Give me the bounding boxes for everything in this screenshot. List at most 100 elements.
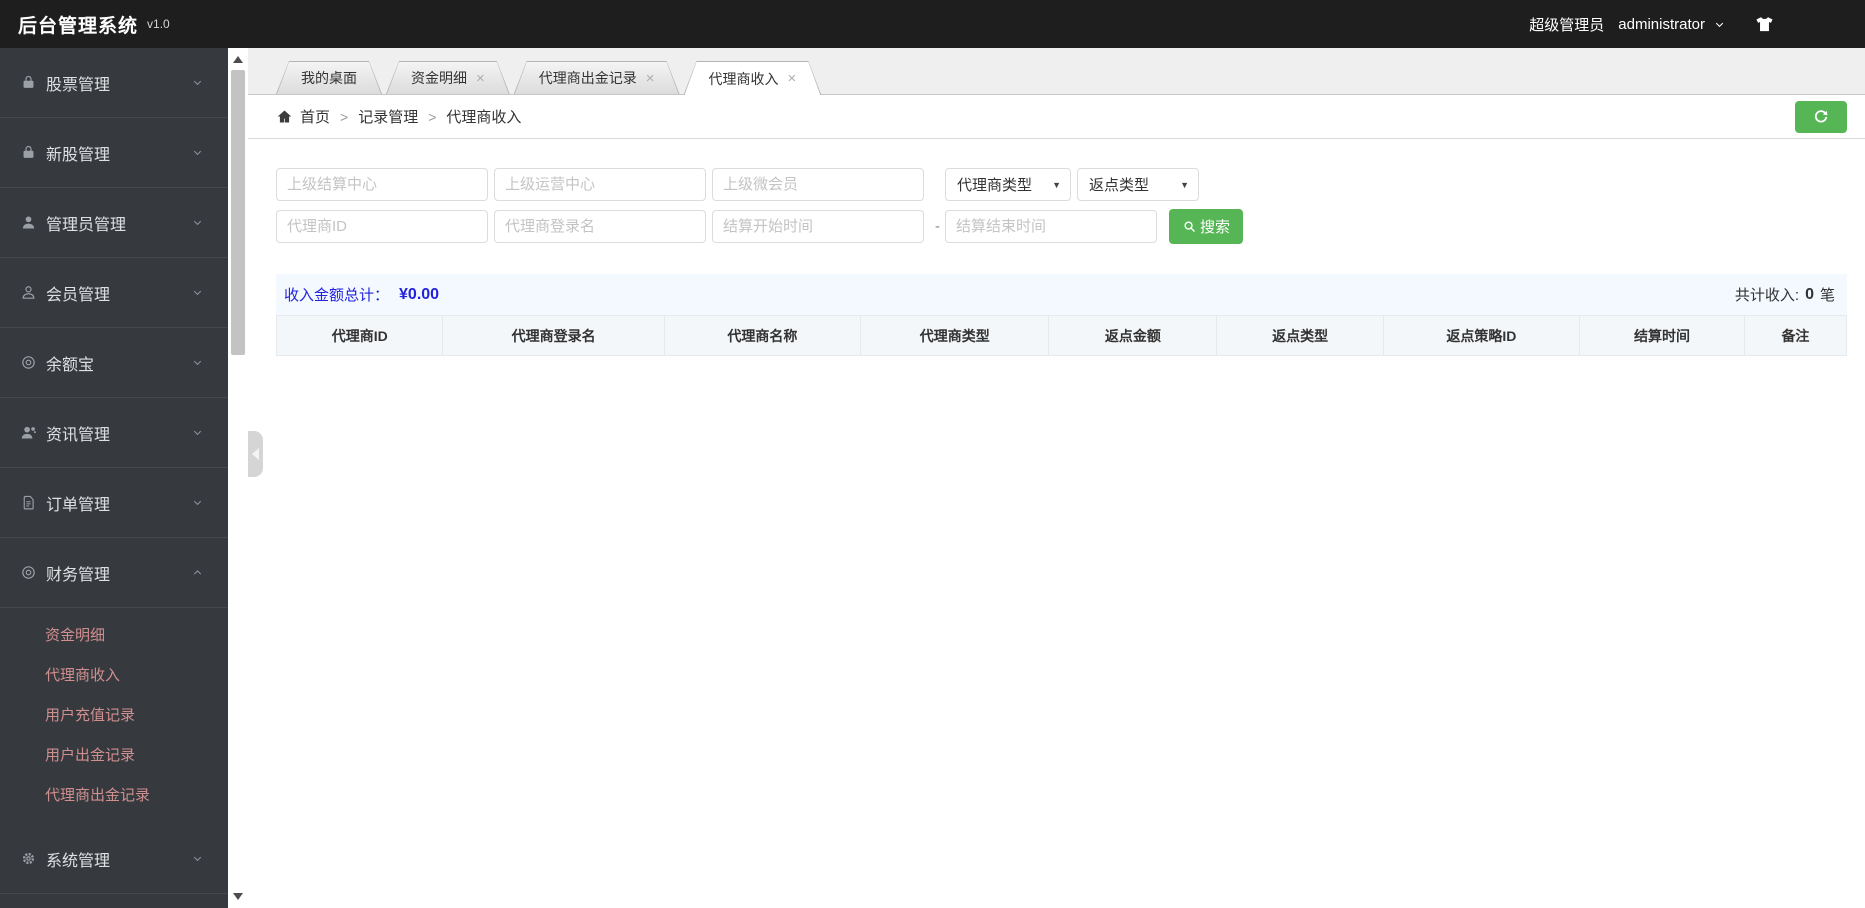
refresh-icon [1812, 108, 1830, 126]
chevron-down-icon [191, 286, 204, 299]
sidebar-subitem-agent-withdraw[interactable]: 代理商出金记录 [0, 774, 228, 814]
content-area: 我的桌面 资金明细 × 代理商出金记录 × 代理商收入 × 首页 > 记录管理 … [248, 48, 1865, 908]
sidebar-item-admin-mgmt[interactable]: 管理员管理 [0, 188, 228, 258]
user-icon [20, 214, 37, 231]
income-count-label: 共计收入: [1734, 287, 1800, 304]
sidebar-item-label: 股票管理 [46, 76, 111, 94]
filter-row-1: 代理商类型 ▼ 返点类型 ▼ [276, 168, 1847, 201]
chevron-down-icon [191, 852, 204, 865]
col-rebate-policy-id: 返点策略ID [1382, 315, 1581, 356]
table-header-row: 代理商ID 代理商登录名 代理商名称 代理商类型 返点金额 返点类型 返点策略I… [275, 315, 1848, 356]
parent-operation-center-input[interactable] [494, 168, 706, 201]
refresh-button[interactable] [1795, 100, 1847, 133]
sidebar-item-news-mgmt[interactable]: 资讯管理 [0, 398, 228, 468]
col-agent-login: 代理商登录名 [442, 315, 665, 356]
tab-label: 资金明细 [411, 70, 467, 86]
settle-start-time-input[interactable] [712, 210, 924, 243]
col-agent-name: 代理商名称 [663, 315, 862, 356]
scroll-up-arrow-icon[interactable] [233, 56, 243, 63]
sidebar-item-order-mgmt[interactable]: 订单管理 [0, 468, 228, 538]
filter-row-2: - 搜索 [276, 209, 1847, 244]
finance-submenu: 资金明细 代理商收入 用户充值记录 用户出金记录 代理商出金记录 [0, 608, 228, 824]
select-arrow-icon: ▼ [1052, 179, 1061, 190]
subitem-label: 用户出金记录 [45, 746, 136, 764]
agent-type-select[interactable]: 代理商类型 ▼ [945, 168, 1071, 201]
sidebar-item-label: 余额宝 [46, 356, 95, 374]
tab-agent-withdraw-records[interactable]: 代理商出金记录 × [514, 61, 680, 94]
app-version: v1.0 [147, 17, 170, 31]
select-value: 代理商类型 [957, 177, 1033, 194]
subitem-label: 代理商收入 [45, 666, 121, 684]
agent-login-input[interactable] [494, 210, 706, 243]
subitem-label: 用户充值记录 [45, 706, 136, 724]
app-title: 后台管理系统 [18, 15, 139, 37]
sidebar-item-label: 资讯管理 [46, 426, 111, 444]
sidebar-item-member-mgmt[interactable]: 会员管理 [0, 258, 228, 328]
tab-fund-details[interactable]: 资金明细 × [386, 61, 510, 94]
sidebar-item-label: 会员管理 [46, 286, 111, 304]
briefcase-icon [20, 74, 37, 91]
close-icon[interactable]: × [788, 71, 797, 86]
chevron-down-icon [191, 216, 204, 229]
close-icon[interactable]: × [476, 71, 485, 86]
income-total-value: ¥0.00 [399, 285, 440, 303]
chevron-down-icon [191, 76, 204, 89]
sidebar-item-label: 系统管理 [46, 852, 111, 870]
chevron-down-icon[interactable] [1713, 18, 1726, 31]
breadcrumb-current: 代理商收入 [446, 109, 522, 126]
document-icon [20, 494, 37, 511]
sidebar-subitem-user-recharge[interactable]: 用户充值记录 [0, 694, 228, 734]
tab-label: 代理商收入 [708, 70, 779, 87]
scrollbar-thumb[interactable] [231, 70, 245, 355]
col-agent-type: 代理商类型 [860, 315, 1050, 356]
sidebar-item-label: 新股管理 [46, 146, 111, 164]
income-count: 共计收入: 0 笔 [1735, 284, 1835, 305]
username[interactable]: administrator [1618, 16, 1705, 33]
agent-id-input[interactable] [276, 210, 488, 243]
gear-icon [20, 850, 37, 867]
sidebar: 股票管理 新股管理 管理员管理 会员管理 余额宝 资讯管理 订单管理 财务管理 … [0, 48, 228, 908]
summary-bar: 收入金额总计： ¥0.00 共计收入: 0 笔 [276, 274, 1847, 315]
search-button[interactable]: 搜索 [1169, 209, 1244, 244]
col-agent-id: 代理商ID [275, 315, 444, 356]
col-remark: 备注 [1743, 315, 1848, 356]
chevron-down-icon [191, 146, 204, 159]
select-value: 返点类型 [1089, 177, 1150, 194]
sidebar-scrollbar[interactable] [228, 48, 248, 908]
parent-micro-member-input[interactable] [712, 168, 924, 201]
parent-settlement-center-input[interactable] [276, 168, 488, 201]
sidebar-item-newstock-mgmt[interactable]: 新股管理 [0, 118, 228, 188]
tab-agent-income[interactable]: 代理商收入 × [684, 61, 822, 95]
settle-end-time-input[interactable] [945, 210, 1157, 243]
sidebar-subitem-user-withdraw[interactable]: 用户出金记录 [0, 734, 228, 774]
user-role: 超级管理员 [1529, 16, 1605, 34]
tab-my-desktop[interactable]: 我的桌面 [276, 61, 382, 94]
tab-label: 我的桌面 [301, 70, 357, 86]
subitem-label: 代理商出金记录 [45, 786, 151, 804]
sidebar-item-system-mgmt[interactable]: 系统管理 [0, 824, 228, 894]
sidebar-collapse-handle[interactable] [248, 431, 263, 477]
close-icon[interactable]: × [646, 71, 655, 86]
sidebar-item-finance-mgmt[interactable]: 财务管理 [0, 538, 228, 608]
sidebar-item-label: 财务管理 [46, 566, 111, 584]
sidebar-item-stock-mgmt[interactable]: 股票管理 [0, 48, 228, 118]
sidebar-subitem-agent-income[interactable]: 代理商收入 [0, 654, 228, 694]
subitem-label: 资金明细 [45, 626, 106, 644]
breadcrumb-section[interactable]: 记录管理 [358, 106, 418, 127]
scroll-down-arrow-icon[interactable] [233, 893, 243, 900]
home-icon[interactable] [276, 108, 293, 125]
tshirt-icon[interactable] [1754, 14, 1775, 35]
main-panel: 代理商类型 ▼ 返点类型 ▼ - 搜索 [248, 139, 1865, 908]
search-button-label: 搜索 [1200, 219, 1231, 236]
rebate-type-select[interactable]: 返点类型 ▼ [1077, 168, 1199, 201]
income-count-value: 0 [1805, 285, 1814, 303]
chevron-down-icon [191, 426, 204, 439]
sidebar-item-yuebao[interactable]: 余额宝 [0, 328, 228, 398]
sidebar-subitem-fund-details[interactable]: 资金明细 [0, 614, 228, 654]
col-rebate-amount: 返点金额 [1048, 315, 1218, 356]
tab-label: 代理商出金记录 [538, 70, 637, 86]
breadcrumb-home[interactable]: 首页 [300, 106, 330, 127]
breadcrumb-bar: 首页 > 记录管理 > 代理商收入 [248, 95, 1865, 139]
target-icon [20, 354, 37, 371]
target-icon [20, 564, 37, 581]
